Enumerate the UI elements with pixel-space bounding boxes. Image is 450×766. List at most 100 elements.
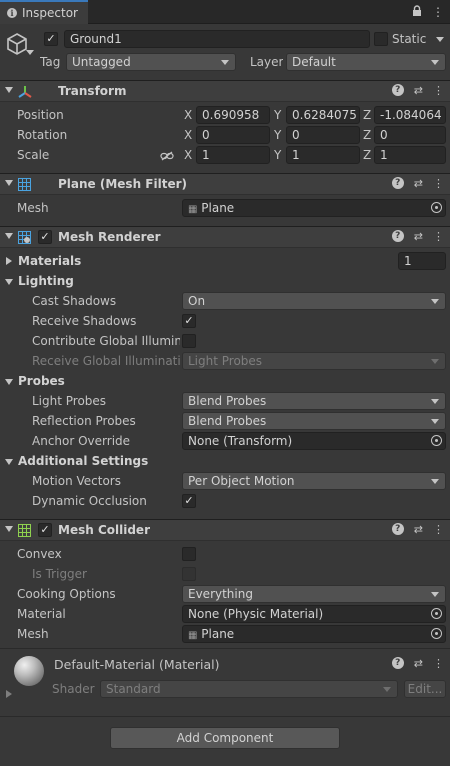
rotation-x-field[interactable]: 0	[196, 126, 270, 144]
materials-count-field[interactable]: 1	[398, 252, 446, 270]
foldout-arrow-icon[interactable]	[5, 233, 13, 239]
anchor-override-value: None (Transform)	[188, 434, 293, 448]
shader-label: Shader	[52, 682, 95, 696]
gameobject-cube-icon	[7, 33, 27, 55]
convex-checkbox[interactable]	[182, 547, 196, 561]
collider-material-value: None (Physic Material)	[188, 607, 324, 621]
scale-z-field[interactable]: 1	[374, 146, 446, 164]
position-x-field[interactable]: 0.690958	[196, 106, 270, 124]
static-checkbox[interactable]	[374, 32, 388, 46]
collider-material-field[interactable]: None (Physic Material)	[182, 605, 446, 623]
scale-y-label[interactable]: Y	[274, 148, 281, 162]
add-component-button[interactable]: Add Component	[110, 727, 340, 749]
mesh-filter-mesh-field[interactable]: ▦ Plane	[182, 199, 446, 217]
lighting-label[interactable]: Lighting	[18, 274, 74, 288]
dynamic-occlusion-checkbox[interactable]: ✓	[182, 494, 196, 508]
position-y-label[interactable]: Y	[274, 108, 281, 122]
contribute-gi-checkbox[interactable]	[182, 334, 196, 348]
help-icon[interactable]: ?	[391, 84, 404, 96]
presets-icon[interactable]: ⇄	[414, 177, 423, 190]
lighting-foldout-icon[interactable]	[5, 279, 13, 285]
transform-icon	[18, 86, 32, 98]
mesh-collider-enabled-checkbox[interactable]: ✓	[38, 523, 52, 537]
foldout-arrow-icon[interactable]	[5, 180, 13, 186]
object-active-checkbox[interactable]: ✓	[44, 32, 58, 46]
object-name-field[interactable]: Ground1	[64, 30, 370, 48]
materials-label[interactable]: Materials	[18, 254, 81, 268]
rotation-label: Rotation	[17, 128, 68, 142]
anchor-override-label: Anchor Override	[32, 434, 131, 448]
component-menu-icon[interactable]: ⋮	[433, 657, 444, 670]
presets-icon[interactable]: ⇄	[414, 230, 423, 243]
object-picker-icon[interactable]	[431, 202, 442, 213]
receive-shadows-checkbox[interactable]: ✓	[182, 314, 196, 328]
object-picker-icon[interactable]	[431, 608, 442, 619]
layer-dropdown[interactable]: Default	[286, 53, 446, 71]
help-icon[interactable]: ?	[391, 523, 404, 535]
inspector-tab[interactable]: i Inspector	[0, 0, 88, 24]
component-menu-icon[interactable]: ⋮	[433, 230, 444, 243]
anchor-override-field[interactable]: None (Transform)	[182, 432, 446, 450]
component-menu-icon[interactable]: ⋮	[433, 84, 444, 97]
receive-gi-dropdown: Light Probes	[182, 352, 446, 370]
help-icon[interactable]: ?	[391, 177, 404, 189]
rotation-x-label[interactable]: X	[184, 128, 192, 142]
position-z-label[interactable]: Z	[363, 108, 371, 122]
component-menu-icon[interactable]: ⋮	[433, 177, 444, 190]
transform-title: Transform	[58, 84, 127, 98]
presets-icon[interactable]: ⇄	[414, 657, 423, 670]
cast-shadows-dropdown[interactable]: On	[182, 292, 446, 310]
material-preview-sphere[interactable]	[14, 656, 44, 686]
scale-x-label[interactable]: X	[184, 148, 192, 162]
materials-foldout-icon[interactable]	[6, 257, 12, 265]
help-icon[interactable]: ?	[391, 657, 404, 669]
scale-z-label[interactable]: Z	[363, 148, 371, 162]
object-icon-container[interactable]	[4, 30, 36, 62]
add-component-separator	[0, 716, 450, 717]
mesh-filter-header[interactable]: Plane (Mesh Filter) ? ⇄ ⋮	[0, 173, 450, 195]
mesh-collider-header[interactable]: ✓ Mesh Collider ? ⇄ ⋮	[0, 519, 450, 541]
collider-mesh-field[interactable]: ▦ Plane	[182, 625, 446, 643]
mesh-renderer-header[interactable]: ✓ Mesh Renderer ? ⇄ ⋮	[0, 226, 450, 248]
shader-edit-button[interactable]: Edit...	[404, 680, 446, 698]
collider-mesh-label: Mesh	[17, 627, 49, 641]
shader-dropdown[interactable]: Standard	[100, 680, 398, 698]
foldout-arrow-icon[interactable]	[5, 526, 13, 532]
foldout-arrow-icon[interactable]	[5, 87, 13, 93]
position-x-label[interactable]: X	[184, 108, 192, 122]
transform-header[interactable]: Transform ? ⇄ ⋮	[0, 80, 450, 102]
reflection-probes-dropdown[interactable]: Blend Probes	[182, 412, 446, 430]
probes-foldout-icon[interactable]	[5, 379, 13, 385]
cast-shadows-label: Cast Shadows	[32, 294, 117, 308]
probes-label[interactable]: Probes	[18, 374, 65, 388]
component-menu-icon[interactable]: ⋮	[433, 523, 444, 536]
material-foldout-icon[interactable]	[6, 690, 12, 698]
inspector-tabbar: i Inspector ⋮	[0, 0, 450, 24]
object-picker-icon[interactable]	[431, 628, 442, 639]
motion-vectors-dropdown[interactable]: Per Object Motion	[182, 472, 446, 490]
object-picker-icon[interactable]	[431, 435, 442, 446]
constrain-proportions-icon[interactable]	[160, 151, 174, 161]
light-probes-dropdown[interactable]: Blend Probes	[182, 392, 446, 410]
mesh-renderer-enabled-checkbox[interactable]: ✓	[38, 230, 52, 244]
position-y-field[interactable]: 0.6284075	[286, 106, 360, 124]
presets-icon[interactable]: ⇄	[414, 84, 423, 97]
static-dropdown-arrow-icon[interactable]	[436, 37, 444, 42]
scale-y-field[interactable]: 1	[286, 146, 360, 164]
tag-dropdown[interactable]: Untagged	[66, 53, 236, 71]
lock-icon[interactable]	[412, 5, 422, 20]
presets-icon[interactable]: ⇄	[414, 523, 423, 536]
position-z-field[interactable]: -1.084064	[374, 106, 446, 124]
more-options-icon[interactable]: ⋮	[432, 5, 444, 20]
cooking-options-dropdown[interactable]: Everything	[182, 585, 446, 603]
additional-settings-label[interactable]: Additional Settings	[18, 454, 148, 468]
rotation-z-field[interactable]: 0	[374, 126, 446, 144]
scale-x-field[interactable]: 1	[196, 146, 270, 164]
rotation-y-field[interactable]: 0	[286, 126, 360, 144]
mesh-asset-icon: ▦	[188, 204, 198, 215]
rotation-z-label[interactable]: Z	[363, 128, 371, 142]
additional-settings-foldout-icon[interactable]	[5, 459, 13, 465]
help-icon[interactable]: ?	[391, 230, 404, 242]
rotation-y-label[interactable]: Y	[274, 128, 281, 142]
mesh-filter-mesh-label: Mesh	[17, 201, 49, 215]
